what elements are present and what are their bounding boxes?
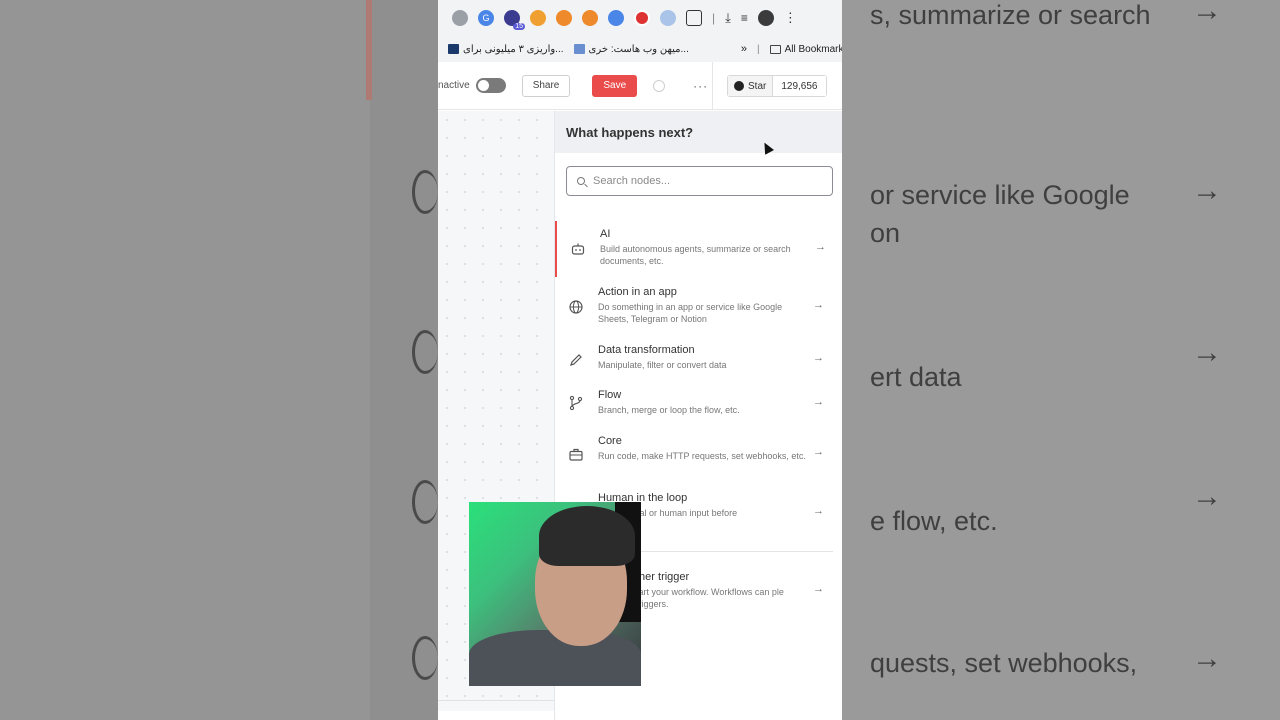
webcam-person-shirt (469, 630, 641, 686)
node-category-flow[interactable]: Flow Branch, merge or loop the flow, etc… (555, 389, 842, 423)
github-star-count[interactable]: 129,656 (773, 76, 826, 96)
all-bookmarks-button[interactable]: All Bookmarks (769, 43, 842, 55)
github-star-button[interactable]: Star (728, 76, 774, 96)
node-category-title: Action in an app (598, 286, 677, 298)
ghost-arrow-icon: → (1192, 336, 1222, 369)
workflow-toolbar: nactive Share Save ··· Star 129,656 (438, 62, 842, 110)
ghost-text: on (870, 218, 901, 248)
node-category-title: Core (598, 435, 622, 447)
toolbar-separator (712, 62, 713, 110)
node-category-action-in-app[interactable]: Action in an app Do something in an app … (555, 283, 842, 333)
toolbox-icon (568, 446, 584, 462)
node-category-ai[interactable]: AI Build autonomous agents, summarize or… (555, 221, 842, 277)
pencil-icon (568, 352, 584, 368)
github-star-label: Star (748, 80, 767, 92)
ghost-text: e flow, etc. (870, 506, 998, 536)
bookmark-favicon-icon (573, 44, 585, 54)
search-icon (577, 177, 585, 185)
translate-icon[interactable]: G (478, 10, 494, 26)
all-bookmarks-label: All Bookmarks (784, 43, 842, 55)
node-category-desc: Manipulate, filter or convert data (598, 360, 727, 370)
tool-icon[interactable] (608, 10, 624, 26)
node-category-title: AI (600, 228, 611, 240)
more-options-button[interactable]: ··· (693, 79, 708, 93)
background-canvas (0, 0, 370, 720)
save-button[interactable]: Save (592, 74, 638, 97)
pocket-icon[interactable] (582, 10, 598, 26)
node-category-desc: Branch, merge or loop the flow, etc. (598, 405, 740, 415)
node-category-title: Data transformation (598, 344, 695, 356)
ghost-arrow-icon: → (1192, 174, 1222, 207)
bookmarks-bar: واریزی ۳ میلیونی برای... میهن وب هاست: خ… (438, 36, 842, 62)
ghost-branch-icon (412, 480, 438, 524)
node-category-desc: Do something in an app or service like G… (598, 302, 783, 324)
active-toggle-label: nactive (438, 80, 470, 91)
arrow-right-icon: → (813, 583, 824, 595)
search-input[interactable] (593, 175, 813, 187)
webcam-person-hair (539, 506, 635, 566)
node-category-data-transformation[interactable]: Data transformation Manipulate, filter o… (555, 343, 842, 377)
ghost-text: quests, set webhooks, (870, 648, 1138, 678)
more-bookmarks-button[interactable]: » (741, 43, 747, 55)
extension-badge: 15 (513, 23, 525, 30)
bookmark-label: میهن وب هاست: خری... (588, 43, 689, 55)
globe-icon (568, 299, 584, 315)
ghost-arrow-icon: → (1192, 642, 1222, 675)
bookmark-item[interactable]: واریزی ۳ میلیونی برای... (448, 44, 564, 55)
extensions-bar: G 15 | ⤓ ≡ ⋮ (438, 0, 842, 36)
arrow-right-icon: → (813, 505, 824, 517)
search-box[interactable] (566, 166, 833, 196)
menu-kebab-icon[interactable]: ⋮ (784, 10, 797, 26)
active-toggle[interactable] (475, 78, 506, 93)
robot-icon (570, 241, 586, 257)
rss-icon[interactable] (530, 10, 546, 26)
ghost-arrow-icon: → (1192, 480, 1222, 513)
arrow-right-icon: → (813, 396, 824, 408)
ghost-toolbox-icon (412, 636, 438, 680)
node-category-desc: Run code, make HTTP requests, set webhoo… (598, 451, 806, 461)
webcam-overlay (469, 502, 641, 686)
bookmark-divider: | (756, 43, 760, 55)
toolbar-divider: | (712, 11, 716, 25)
github-icon (734, 81, 744, 91)
download-icon[interactable]: ⤓ (725, 10, 731, 26)
ghost-text: s, summarize or search (870, 0, 1151, 30)
arrow-right-icon: → (813, 446, 824, 458)
media-queue-icon[interactable]: ≡ (741, 11, 748, 25)
ghost-text: ert data (870, 362, 962, 392)
pocket-icon[interactable] (556, 10, 572, 26)
shield-icon[interactable] (660, 10, 676, 26)
share-button[interactable]: Share (521, 74, 571, 97)
node-category-title: ther trigger (636, 571, 690, 583)
bookmark-favicon-icon (448, 44, 459, 54)
background-left (0, 0, 438, 720)
camera-icon[interactable] (452, 10, 468, 26)
github-star-widget[interactable]: Star 129,656 (727, 75, 827, 97)
node-category-desc: tart your workflow. Workflows can ple tr… (636, 587, 784, 609)
panel-title: What happens next? (555, 111, 842, 153)
canvas-divider (438, 700, 554, 701)
node-category-desc: Build autonomous agents, summarize or se… (600, 244, 791, 266)
arrow-right-icon: → (813, 299, 824, 311)
bookmark-item[interactable]: میهن وب هاست: خری... (573, 43, 689, 55)
grad-cap-icon[interactable]: 15 (504, 10, 525, 30)
history-icon[interactable] (653, 79, 666, 92)
folder-icon (769, 44, 781, 54)
node-category-title: Flow (598, 389, 622, 401)
background-right: s, summarize or search → or service like… (842, 0, 1280, 720)
background-accent-line (366, 0, 372, 100)
ghost-pencil-icon (412, 330, 438, 374)
ghost-globe-icon (412, 170, 438, 214)
ghost-text: or service like Google (870, 180, 1130, 210)
node-category-core[interactable]: Core Run code, make HTTP requests, set w… (555, 433, 842, 477)
bookmark-label: واریزی ۳ میلیونی برای... (463, 43, 564, 55)
avatar[interactable] (757, 10, 774, 26)
ghost-arrow-icon: → (1192, 0, 1222, 27)
globe-badge-icon[interactable] (634, 10, 650, 26)
puzzle-icon[interactable] (686, 10, 702, 26)
arrow-right-icon: → (815, 241, 826, 253)
arrow-right-icon: → (813, 352, 824, 364)
branch-icon (568, 395, 584, 411)
